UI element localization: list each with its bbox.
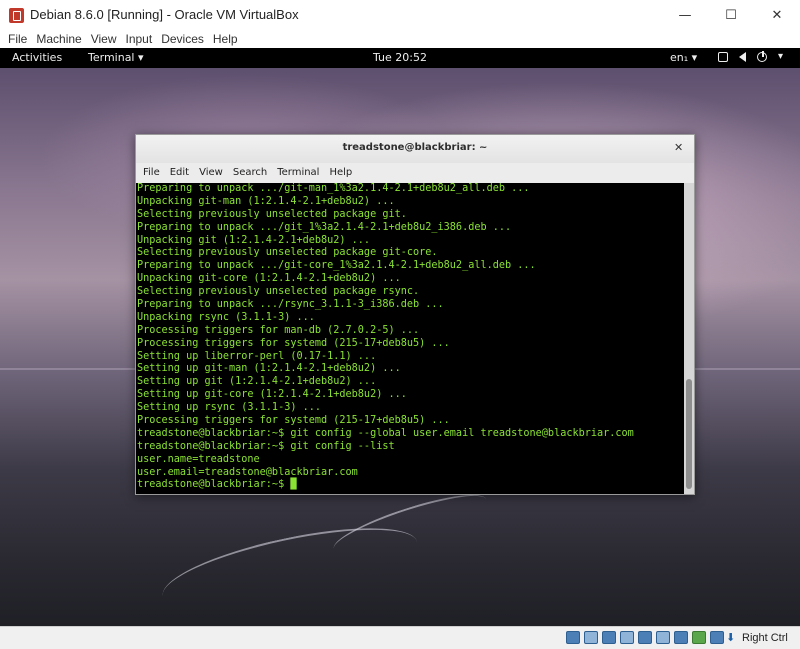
- volume-icon: [739, 52, 746, 62]
- terminal-line: Preparing to unpack .../rsync_3.1.1-3_i3…: [137, 299, 444, 311]
- vbox-statusbar: ⬇ Right Ctrl: [0, 626, 800, 649]
- optical-drive-icon[interactable]: [584, 631, 598, 644]
- terminal-line: treadstone@blackbriar:~$ git config --li…: [137, 440, 395, 452]
- video-capture-icon[interactable]: [692, 631, 706, 644]
- terminal-line: Setting up rsync (3.1.1-3) ...: [137, 402, 322, 414]
- terminal-line: Selecting previously unselected package …: [137, 286, 420, 298]
- terminal-prompt: treadstone@blackbriar:~$: [137, 479, 291, 491]
- terminal-line: user.email=treadstone@blackbriar.com: [137, 466, 358, 478]
- terminal-titlebar[interactable]: treadstone@blackbriar: ~ ✕: [136, 135, 694, 163]
- close-icon[interactable]: ✕: [674, 141, 683, 154]
- host-key-label[interactable]: Right Ctrl: [742, 632, 788, 644]
- terminal-line: Preparing to unpack .../git-man_1%3a2.1.…: [137, 183, 530, 194]
- chevron-down-icon: ▾: [778, 51, 784, 62]
- menu-file[interactable]: File: [0, 31, 32, 48]
- terminal-line: user.name=treadstone: [137, 453, 260, 465]
- virtualbox-app-icon: [9, 8, 24, 23]
- network-icon[interactable]: [620, 631, 634, 644]
- status-icons: [566, 631, 724, 644]
- terminal-line: Setting up git-core (1:2.1.4-2.1+deb8u2)…: [137, 389, 407, 401]
- menu-help[interactable]: Help: [209, 31, 243, 48]
- arrow-down-icon: ⬇: [726, 631, 736, 644]
- vbox-menubar: File Machine View Input Devices Help: [0, 31, 800, 48]
- terminal-menu-terminal[interactable]: Terminal: [272, 163, 324, 183]
- terminal-menu-search[interactable]: Search: [228, 163, 272, 183]
- menu-input[interactable]: Input: [122, 31, 158, 48]
- shared-folders-icon[interactable]: [656, 631, 670, 644]
- vbox-titlebar: Debian 8.6.0 [Running] - Oracle VM Virtu…: [0, 0, 800, 31]
- terminal-cursor: █: [290, 479, 297, 491]
- terminal-line: Selecting previously unselected package …: [137, 247, 438, 259]
- terminal-line: Processing triggers for man-db (2.7.0.2-…: [137, 324, 420, 336]
- system-tray[interactable]: ▾: [718, 51, 783, 62]
- terminal-line: Unpacking git (1:2.1.4-2.1+deb8u2) ...: [137, 234, 371, 246]
- mouse-integration-icon[interactable]: [710, 631, 724, 644]
- close-button[interactable]: ✕: [754, 0, 800, 31]
- terminal-prompt-line[interactable]: treadstone@blackbriar:~$ █: [136, 479, 684, 492]
- terminal-menubar: File Edit View Search Terminal Help: [136, 163, 694, 183]
- terminal-line: Unpacking git-man (1:2.1.4-2.1+deb8u2) .…: [137, 195, 395, 207]
- terminal-output[interactable]: Preparing to unpack .../git-man_1%3a2.1.…: [136, 183, 684, 494]
- menu-machine[interactable]: Machine: [32, 31, 86, 48]
- terminal-line: Processing triggers for systemd (215-17+…: [137, 337, 450, 349]
- window-icon: [718, 52, 728, 62]
- window-title: Debian 8.6.0 [Running] - Oracle VM Virtu…: [30, 7, 299, 22]
- terminal-menu-help[interactable]: Help: [324, 163, 357, 183]
- terminal-scrollbar[interactable]: [684, 183, 694, 494]
- keyboard-layout-indicator[interactable]: en₁ ▾: [670, 51, 697, 64]
- terminal-window[interactable]: treadstone@blackbriar: ~ ✕ File Edit Vie…: [135, 134, 695, 495]
- terminal-line: Unpacking rsync (3.1.1-3) ...: [137, 311, 315, 323]
- terminal-line: Setting up git-man (1:2.1.4-2.1+deb8u2) …: [137, 363, 401, 375]
- minimize-button[interactable]: —: [662, 0, 708, 31]
- gnome-top-bar: Activities Terminal ▾ Tue 20:52 en₁ ▾ ▾: [0, 48, 800, 68]
- terminal-line: Setting up liberror-perl (0.17-1.1) ...: [137, 350, 377, 362]
- storage-icon[interactable]: [566, 631, 580, 644]
- terminal-line: Unpacking git-core (1:2.1.4-2.1+deb8u2) …: [137, 273, 401, 285]
- terminal-menu-view[interactable]: View: [194, 163, 228, 183]
- terminal-line: Selecting previously unselected package …: [137, 208, 407, 220]
- menu-devices[interactable]: Devices: [157, 31, 209, 48]
- terminal-menu-file[interactable]: File: [136, 163, 165, 183]
- display-icon[interactable]: [674, 631, 688, 644]
- scrollbar-thumb[interactable]: [686, 379, 692, 489]
- maximize-button[interactable]: ☐: [708, 0, 754, 31]
- terminal-title: treadstone@blackbriar: ~: [342, 142, 488, 153]
- terminal-menu-edit[interactable]: Edit: [165, 163, 194, 183]
- audio-icon[interactable]: [602, 631, 616, 644]
- usb-icon[interactable]: [638, 631, 652, 644]
- menu-view[interactable]: View: [87, 31, 122, 48]
- terminal-line: Processing triggers for systemd (215-17+…: [137, 415, 450, 427]
- terminal-line: Preparing to unpack .../git_1%3a2.1.4-2.…: [137, 221, 512, 233]
- terminal-line: Preparing to unpack .../git-core_1%3a2.1…: [137, 260, 536, 272]
- power-icon: [757, 51, 767, 62]
- terminal-line: treadstone@blackbriar:~$ git config --gl…: [137, 427, 634, 439]
- terminal-line: Setting up git (1:2.1.4-2.1+deb8u2) ...: [137, 376, 377, 388]
